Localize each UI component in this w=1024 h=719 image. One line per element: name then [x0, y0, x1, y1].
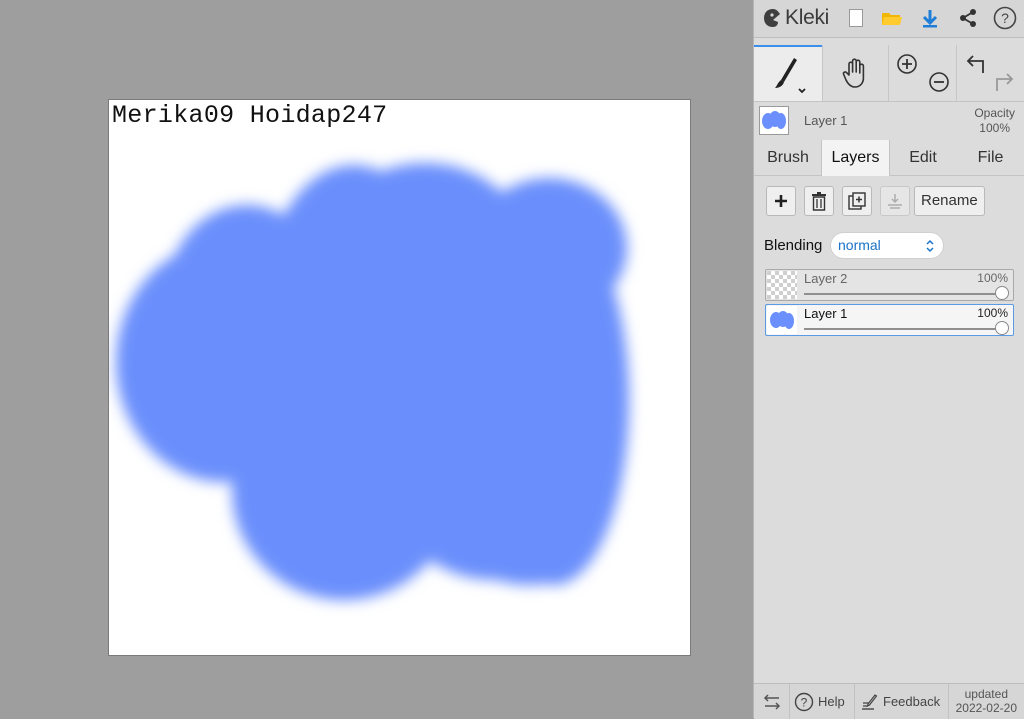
delete-layer-button[interactable] [804, 186, 834, 216]
swap-arrows-icon [763, 693, 781, 710]
layer-2-thumbnail [767, 271, 797, 299]
panel-tabs: Brush Layers Edit File [754, 140, 1024, 176]
svg-text:?: ? [1001, 10, 1009, 26]
help-circle-icon: ? [794, 692, 814, 711]
updated-info: updated 2022-02-20 [956, 687, 1017, 715]
bottom-bar: ? Help Feedback updated 2022-02-20 [754, 683, 1024, 719]
layer-opacity-knob[interactable] [995, 286, 1009, 300]
undo-icon [966, 55, 984, 73]
new-image-button[interactable] [842, 5, 870, 31]
blending-label: Blending [764, 237, 823, 254]
merge-down-icon [888, 194, 902, 209]
feedback-label: Feedback [883, 694, 941, 709]
current-layer-name: Layer 1 [804, 113, 848, 128]
select-arrows-icon [926, 239, 934, 253]
layer-opacity-slider[interactable] [804, 328, 1003, 330]
new-image-icon [849, 9, 863, 27]
delete-layer-icon [812, 192, 826, 211]
paint-strokes [116, 163, 629, 600]
swap-sides-button[interactable] [762, 684, 782, 719]
sidebar: Kleki ? Layer 1 Opacity 100% Brush Layer… [753, 0, 1024, 719]
brush-tool-button[interactable] [754, 45, 822, 101]
download-button[interactable] [916, 5, 944, 31]
brush-icon [775, 58, 806, 94]
kleki-logo[interactable]: Kleki [762, 5, 829, 31]
duplicate-layer-button[interactable] [842, 186, 872, 216]
zoom-out-icon [929, 72, 949, 92]
tab-brush[interactable]: Brush [754, 140, 822, 175]
redo-button[interactable] [990, 45, 1020, 101]
tab-layers[interactable]: Layers [821, 140, 890, 176]
rename-button[interactable]: Rename [914, 186, 985, 216]
canvas-text: Merika09 Hoidap247 [112, 101, 388, 130]
drawing-canvas[interactable]: Merika09 Hoidap247 [109, 100, 690, 655]
undo-button[interactable] [960, 45, 990, 101]
help-icon: ? [993, 6, 1017, 30]
zoom-in-button[interactable] [889, 45, 924, 101]
add-layer-button[interactable] [766, 186, 796, 216]
kleki-logo-icon [764, 9, 780, 27]
layer-item-layer-2[interactable]: Layer 2 100% [765, 269, 1014, 301]
help-link[interactable]: ? Help [794, 684, 845, 719]
help-button[interactable]: ? [991, 5, 1019, 31]
workspace[interactable]: Merika09 Hoidap247 [0, 0, 753, 718]
current-layer-thumbnail [759, 106, 789, 135]
layer-name: Layer 1 [804, 306, 848, 321]
layer-name: Layer 2 [804, 271, 848, 286]
layer-1-thumbnail [767, 306, 797, 334]
logo-text: Kleki [785, 6, 830, 29]
download-icon [922, 10, 938, 28]
layer-opacity-slider[interactable] [804, 293, 1003, 295]
feedback-link[interactable]: Feedback [860, 684, 940, 719]
top-toolbar: Kleki ? [754, 0, 1024, 38]
layer-opacity-knob[interactable] [995, 321, 1009, 335]
opacity-value: 100% [979, 121, 1010, 135]
current-layer-info: Layer 1 Opacity 100% [754, 101, 1024, 140]
updated-label: updated [964, 687, 1008, 701]
layer-opacity: 100% [977, 306, 1008, 320]
share-icon [960, 9, 976, 27]
open-file-button[interactable] [878, 5, 906, 31]
duplicate-layer-icon [848, 192, 866, 210]
redo-icon [996, 73, 1014, 91]
feedback-pen-icon [862, 693, 878, 710]
zoom-in-icon [896, 54, 917, 74]
opacity-label: Opacity [974, 106, 1015, 120]
current-layer-opacity: Opacity 100% [974, 106, 1015, 136]
hand-tool-button[interactable] [823, 45, 888, 101]
tab-edit[interactable]: Edit [890, 140, 956, 175]
help-label: Help [818, 694, 845, 709]
share-button[interactable] [954, 5, 982, 31]
add-layer-icon [775, 195, 787, 207]
merge-down-button[interactable] [880, 186, 910, 216]
layer-item-layer-1[interactable]: Layer 1 100% [765, 304, 1014, 336]
tool-row [754, 45, 1024, 101]
tab-file[interactable]: File [956, 140, 1024, 175]
zoom-out-button[interactable] [924, 45, 954, 101]
blending-value: normal [838, 237, 881, 253]
hand-icon [842, 58, 864, 88]
open-folder-icon [882, 13, 902, 25]
updated-date: 2022-02-20 [955, 701, 1017, 715]
layer-opacity: 100% [977, 271, 1008, 285]
svg-text:?: ? [801, 695, 808, 709]
blending-select[interactable]: normal [830, 232, 944, 259]
